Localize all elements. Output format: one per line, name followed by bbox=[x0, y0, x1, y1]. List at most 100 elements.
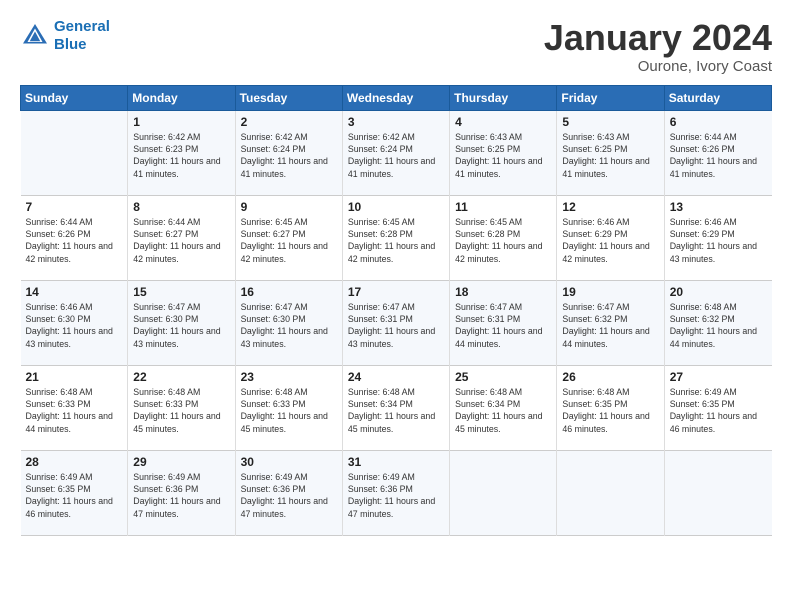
cell-w4-d4 bbox=[450, 450, 557, 535]
cell-w2-d4: 18Sunrise: 6:47 AMSunset: 6:31 PMDayligh… bbox=[450, 280, 557, 365]
cell-w0-d5: 5 Sunrise: 6:43 AMSunset: 6:25 PMDaylight… bbox=[557, 110, 664, 195]
cell-w0-d3: 3 Sunrise: 6:42 AMSunset: 6:24 PMDaylight… bbox=[342, 110, 449, 195]
cell-w1-d0: 7 Sunrise: 6:44 AMSunset: 6:26 PMDaylight… bbox=[21, 195, 128, 280]
day-number: 23 bbox=[241, 370, 338, 384]
week-row-2: 14Sunrise: 6:46 AMSunset: 6:30 PMDayligh… bbox=[21, 280, 772, 365]
cell-w1-d5: 12 Sunrise: 6:46 AMSunset: 6:29 PMDayligh… bbox=[557, 195, 664, 280]
cell-info: Sunrise: 6:49 AMSunset: 6:36 PMDaylight:… bbox=[348, 471, 445, 520]
day-number: 18 bbox=[455, 285, 552, 299]
day-number: 8 bbox=[133, 200, 230, 214]
cell-w2-d1: 15 Sunrise: 6:47 AMSunset: 6:30 PMDayligh… bbox=[128, 280, 235, 365]
cell-info: Sunrise: 6:48 AMSunset: 6:34 PMDaylight:… bbox=[455, 386, 552, 435]
day-number: 6 bbox=[670, 115, 768, 129]
title-block: January 2024 Ourone, Ivory Coast bbox=[544, 18, 772, 75]
day-number: 27 bbox=[670, 370, 768, 384]
cell-info: Sunrise: 6:49 AMSunset: 6:36 PMDaylight:… bbox=[133, 471, 230, 520]
day-number: 26 bbox=[562, 370, 659, 384]
col-monday: Monday bbox=[128, 85, 235, 110]
col-thursday: Thursday bbox=[450, 85, 557, 110]
cell-w1-d1: 8 Sunrise: 6:44 AMSunset: 6:27 PMDaylight… bbox=[128, 195, 235, 280]
cell-w4-d2: 30 Sunrise: 6:49 AMSunset: 6:36 PMDayligh… bbox=[235, 450, 342, 535]
day-number: 25 bbox=[455, 370, 552, 384]
day-number: 29 bbox=[133, 455, 230, 469]
cell-w3-d6: 27 Sunrise: 6:49 AMSunset: 6:35 PMDayligh… bbox=[664, 365, 771, 450]
cell-w2-d6: 20 Sunrise: 6:48 AMSunset: 6:32 PMDayligh… bbox=[664, 280, 771, 365]
cell-info: Sunrise: 6:42 AMSunset: 6:24 PMDaylight:… bbox=[348, 131, 445, 180]
logo: General Blue bbox=[20, 18, 110, 54]
cell-info: Sunrise: 6:48 AMSunset: 6:34 PMDaylight:… bbox=[348, 386, 445, 435]
day-number: 1 bbox=[133, 115, 230, 129]
week-row-4: 28 Sunrise: 6:49 AMSunset: 6:35 PMDayligh… bbox=[21, 450, 772, 535]
cell-w1-d6: 13Sunrise: 6:46 AMSunset: 6:29 PMDayligh… bbox=[664, 195, 771, 280]
cell-w0-d2: 2 Sunrise: 6:42 AMSunset: 6:24 PMDaylight… bbox=[235, 110, 342, 195]
cell-w4-d5 bbox=[557, 450, 664, 535]
cell-w0-d4: 4 Sunrise: 6:43 AMSunset: 6:25 PMDaylight… bbox=[450, 110, 557, 195]
cell-info: Sunrise: 6:44 AMSunset: 6:26 PMDaylight:… bbox=[26, 216, 124, 265]
header: General Blue January 2024 Ourone, Ivory … bbox=[20, 18, 772, 75]
cell-info: Sunrise: 6:49 AMSunset: 6:35 PMDaylight:… bbox=[26, 471, 124, 520]
cell-info: Sunrise: 6:44 AMSunset: 6:26 PMDaylight:… bbox=[670, 131, 768, 180]
day-number: 16 bbox=[241, 285, 338, 299]
cell-info: Sunrise: 6:42 AMSunset: 6:24 PMDaylight:… bbox=[241, 131, 338, 180]
cell-info: Sunrise: 6:48 AMSunset: 6:32 PMDaylight:… bbox=[670, 301, 768, 350]
cell-w1-d2: 9 Sunrise: 6:45 AMSunset: 6:27 PMDaylight… bbox=[235, 195, 342, 280]
day-number: 12 bbox=[562, 200, 659, 214]
cell-info: Sunrise: 6:47 AMSunset: 6:30 PMDaylight:… bbox=[133, 301, 230, 350]
cell-info: Sunrise: 6:47 AMSunset: 6:31 PMDaylight:… bbox=[348, 301, 445, 350]
logo-line2: Blue bbox=[54, 36, 87, 53]
cell-info: Sunrise: 6:45 AMSunset: 6:27 PMDaylight:… bbox=[241, 216, 338, 265]
day-number: 15 bbox=[133, 285, 230, 299]
cell-info: Sunrise: 6:49 AMSunset: 6:35 PMDaylight:… bbox=[670, 386, 768, 435]
cell-info: Sunrise: 6:48 AMSunset: 6:33 PMDaylight:… bbox=[133, 386, 230, 435]
logo-icon bbox=[20, 21, 50, 51]
cell-info: Sunrise: 6:49 AMSunset: 6:36 PMDaylight:… bbox=[241, 471, 338, 520]
day-number: 28 bbox=[26, 455, 124, 469]
week-row-0: 1 Sunrise: 6:42 AMSunset: 6:23 PMDaylight… bbox=[21, 110, 772, 195]
cell-info: Sunrise: 6:43 AMSunset: 6:25 PMDaylight:… bbox=[455, 131, 552, 180]
cell-info: Sunrise: 6:43 AMSunset: 6:25 PMDaylight:… bbox=[562, 131, 659, 180]
cell-w2-d2: 16 Sunrise: 6:47 AMSunset: 6:30 PMDayligh… bbox=[235, 280, 342, 365]
day-number: 9 bbox=[241, 200, 338, 214]
cell-w1-d3: 10Sunrise: 6:45 AMSunset: 6:28 PMDayligh… bbox=[342, 195, 449, 280]
cell-w4-d0: 28 Sunrise: 6:49 AMSunset: 6:35 PMDayligh… bbox=[21, 450, 128, 535]
cell-w3-d1: 22 Sunrise: 6:48 AMSunset: 6:33 PMDayligh… bbox=[128, 365, 235, 450]
col-wednesday: Wednesday bbox=[342, 85, 449, 110]
day-number: 21 bbox=[26, 370, 124, 384]
day-number: 2 bbox=[241, 115, 338, 129]
day-number: 3 bbox=[348, 115, 445, 129]
cell-w4-d1: 29 Sunrise: 6:49 AMSunset: 6:36 PMDayligh… bbox=[128, 450, 235, 535]
day-number: 20 bbox=[670, 285, 768, 299]
col-saturday: Saturday bbox=[664, 85, 771, 110]
day-number: 4 bbox=[455, 115, 552, 129]
day-number: 14 bbox=[26, 285, 124, 299]
page: General Blue January 2024 Ourone, Ivory … bbox=[0, 0, 792, 612]
cell-info: Sunrise: 6:47 AMSunset: 6:30 PMDaylight:… bbox=[241, 301, 338, 350]
week-row-3: 21 Sunrise: 6:48 AMSunset: 6:33 PMDayligh… bbox=[21, 365, 772, 450]
day-number: 30 bbox=[241, 455, 338, 469]
cell-w3-d4: 25 Sunrise: 6:48 AMSunset: 6:34 PMDayligh… bbox=[450, 365, 557, 450]
cell-w0-d0 bbox=[21, 110, 128, 195]
col-sunday: Sunday bbox=[21, 85, 128, 110]
cell-info: Sunrise: 6:45 AMSunset: 6:28 PMDaylight:… bbox=[455, 216, 552, 265]
cell-info: Sunrise: 6:46 AMSunset: 6:29 PMDaylight:… bbox=[562, 216, 659, 265]
day-number: 19 bbox=[562, 285, 659, 299]
cell-w2-d5: 19Sunrise: 6:47 AMSunset: 6:32 PMDayligh… bbox=[557, 280, 664, 365]
location: Ourone, Ivory Coast bbox=[544, 58, 772, 75]
calendar-table: Sunday Monday Tuesday Wednesday Thursday… bbox=[20, 85, 772, 536]
cell-w0-d6: 6 Sunrise: 6:44 AMSunset: 6:26 PMDaylight… bbox=[664, 110, 771, 195]
logo-text: General Blue bbox=[54, 18, 110, 54]
cell-info: Sunrise: 6:48 AMSunset: 6:33 PMDaylight:… bbox=[241, 386, 338, 435]
month-title: January 2024 bbox=[544, 18, 772, 58]
cell-w1-d4: 11 Sunrise: 6:45 AMSunset: 6:28 PMDayligh… bbox=[450, 195, 557, 280]
cell-info: Sunrise: 6:42 AMSunset: 6:23 PMDaylight:… bbox=[133, 131, 230, 180]
cell-w3-d5: 26Sunrise: 6:48 AMSunset: 6:35 PMDayligh… bbox=[557, 365, 664, 450]
day-number: 7 bbox=[26, 200, 124, 214]
day-number: 11 bbox=[455, 200, 552, 214]
cell-w0-d1: 1 Sunrise: 6:42 AMSunset: 6:23 PMDaylight… bbox=[128, 110, 235, 195]
cell-info: Sunrise: 6:44 AMSunset: 6:27 PMDaylight:… bbox=[133, 216, 230, 265]
col-friday: Friday bbox=[557, 85, 664, 110]
cell-w2-d0: 14Sunrise: 6:46 AMSunset: 6:30 PMDayligh… bbox=[21, 280, 128, 365]
day-number: 5 bbox=[562, 115, 659, 129]
day-number: 22 bbox=[133, 370, 230, 384]
cell-w4-d6 bbox=[664, 450, 771, 535]
